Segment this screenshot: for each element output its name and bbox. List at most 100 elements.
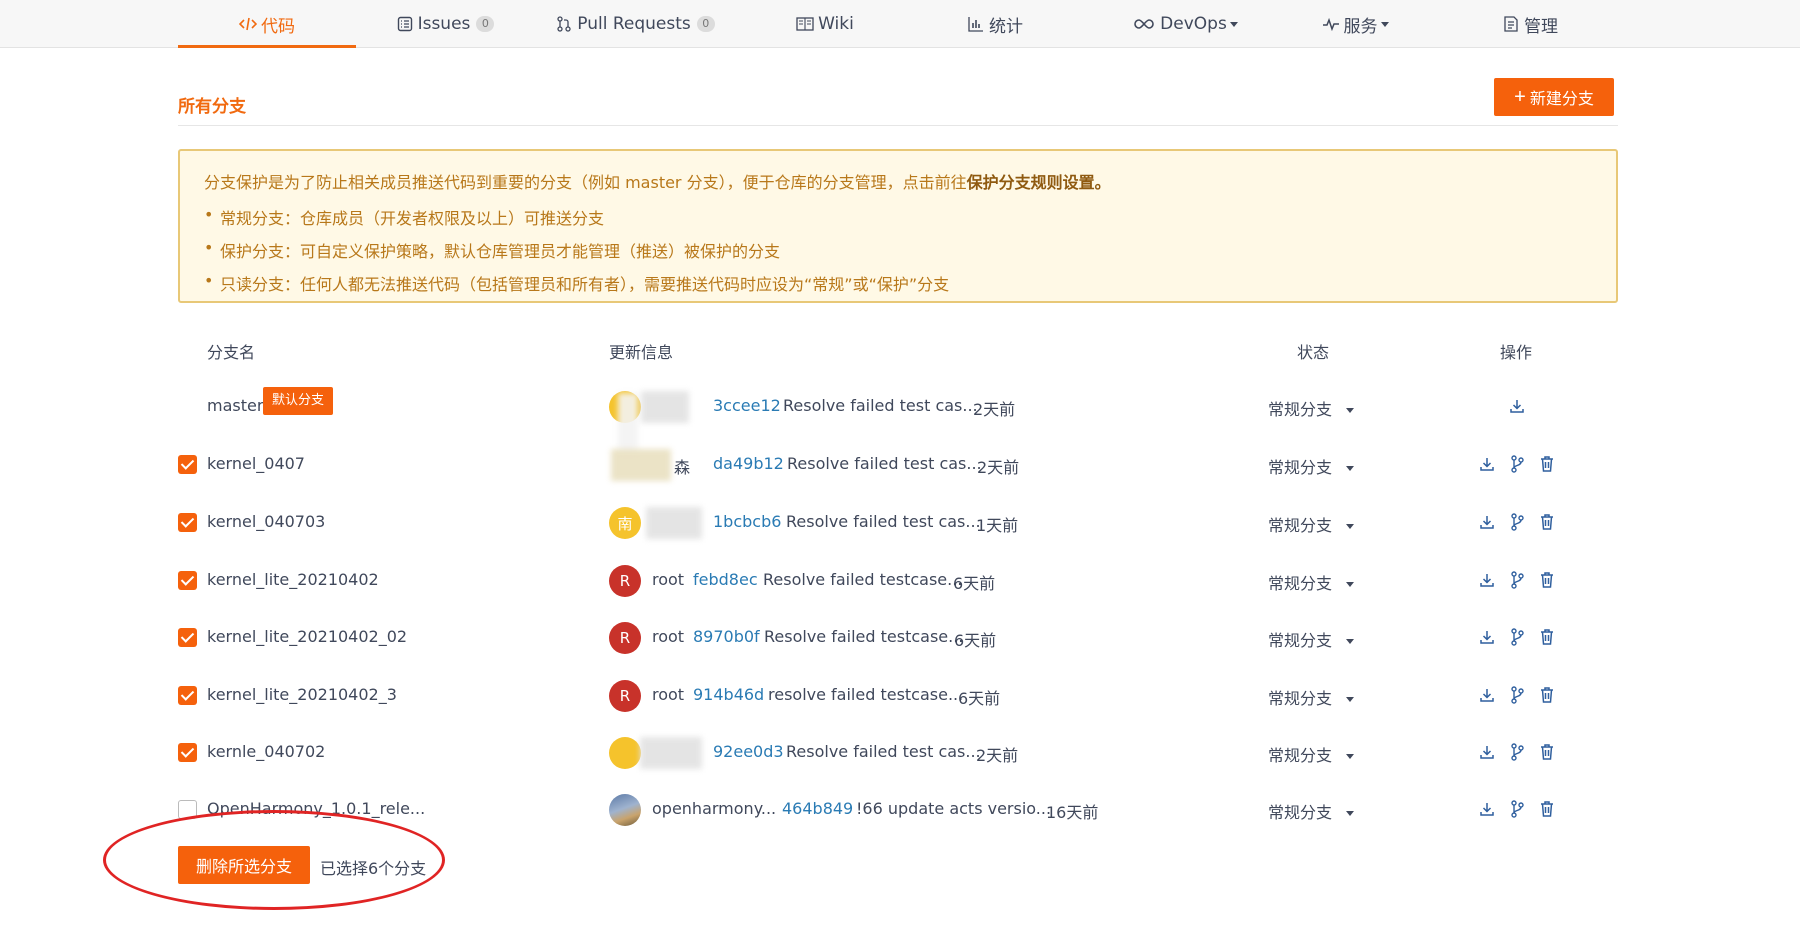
tab-statistics[interactable]: 统计 <box>940 0 1050 48</box>
branch-name[interactable]: master <box>207 396 263 415</box>
row-checkbox[interactable] <box>178 743 197 762</box>
branch-icon[interactable] <box>1507 512 1527 532</box>
download-icon[interactable] <box>1477 570 1497 590</box>
branch-name[interactable]: kernel_040703 <box>207 512 325 531</box>
column-header-name: 分支名 <box>207 343 256 362</box>
commit-time: 6天前 <box>958 689 1001 708</box>
bar-chart-icon <box>967 15 985 33</box>
red-annotation-ellipse <box>103 810 445 910</box>
table-row: kernel_lite_20210402_02 R root 8970b0f R… <box>178 614 1618 660</box>
trash-icon[interactable] <box>1537 454 1557 474</box>
row-checkbox[interactable] <box>178 628 197 647</box>
trash-icon[interactable] <box>1537 799 1557 819</box>
branch-icon[interactable] <box>1507 454 1527 474</box>
avatar[interactable]: R <box>609 680 641 712</box>
branch-icon[interactable] <box>1507 570 1527 590</box>
branch-icon[interactable] <box>1507 742 1527 762</box>
notice-lead-text: 分支保护是为了防止相关成员推送代码到重要的分支（例如 master 分支），便于… <box>204 173 967 192</box>
avatar[interactable]: 南 <box>609 507 641 539</box>
commit-sha-link[interactable]: 1bcbcb6 <box>713 512 781 531</box>
branch-status-dropdown[interactable]: 常规分支 <box>1268 512 1355 536</box>
commit-author[interactable]: 森 <box>674 454 690 478</box>
tab-pull-requests-label: Pull Requests <box>577 14 691 34</box>
tab-pull-requests[interactable]: Pull Requests 0 <box>545 0 725 48</box>
tab-issues-label: Issues <box>417 14 471 34</box>
commit-message[interactable]: Resolve failed test cas... <box>787 454 982 473</box>
download-icon[interactable] <box>1507 396 1527 416</box>
avatar[interactable]: R <box>609 622 641 654</box>
branch-status-label: 常规分支 <box>1268 746 1333 765</box>
trash-icon[interactable] <box>1537 742 1557 762</box>
branch-name[interactable]: kernel_lite_20210402_3 <box>207 685 397 704</box>
chevron-down-icon <box>1346 639 1355 644</box>
commit-sha-link[interactable]: 92ee0d3 <box>713 742 784 761</box>
branch-status-label: 常规分支 <box>1268 803 1333 822</box>
branch-name[interactable]: kernel_lite_20210402 <box>207 570 379 589</box>
download-icon[interactable] <box>1477 512 1497 532</box>
protection-rules-link[interactable]: 保护分支规则设置。 <box>967 173 1111 192</box>
commit-message[interactable]: Resolve failed test cas... <box>786 512 981 531</box>
commit-sha-link[interactable]: da49b12 <box>713 454 784 473</box>
commit-message[interactable]: Resolve failed test cas... <box>783 396 978 415</box>
branch-icon[interactable] <box>1507 627 1527 647</box>
branch-status-label: 常规分支 <box>1268 689 1333 708</box>
branch-status-label: 常规分支 <box>1268 574 1333 593</box>
commit-message[interactable]: resolve failed testcase... <box>768 685 963 704</box>
tab-code[interactable]: 代码 <box>178 0 356 48</box>
branch-status-dropdown[interactable]: 常规分支 <box>1268 396 1355 420</box>
commit-author[interactable]: openharmony... <box>652 799 776 818</box>
commit-author[interactable]: root <box>652 570 684 589</box>
row-checkbox[interactable] <box>178 571 197 590</box>
branch-status-dropdown[interactable]: 常规分支 <box>1268 627 1355 651</box>
commit-time: 6天前 <box>954 631 997 650</box>
commit-message[interactable]: Resolve failed testcase... <box>764 627 963 646</box>
tab-devops[interactable]: DevOps <box>1110 0 1260 48</box>
avatar[interactable] <box>609 794 641 826</box>
row-checkbox[interactable] <box>178 513 197 532</box>
commit-author[interactable]: root <box>652 685 684 704</box>
branch-name[interactable]: kernel_0407 <box>207 454 305 473</box>
download-icon[interactable] <box>1477 454 1497 474</box>
commit-message[interactable]: !66 update acts versio... <box>856 799 1051 818</box>
commit-message[interactable]: Resolve failed test cas... <box>786 742 981 761</box>
download-icon[interactable] <box>1477 627 1497 647</box>
commit-message[interactable]: Resolve failed testcase... <box>763 570 962 589</box>
trash-icon[interactable] <box>1537 570 1557 590</box>
tab-manage-label: 管理 <box>1524 16 1558 37</box>
avatar[interactable]: R <box>609 565 641 597</box>
trash-icon[interactable] <box>1537 627 1557 647</box>
branch-status-dropdown[interactable]: 常规分支 <box>1268 685 1355 709</box>
branch-status-dropdown[interactable]: 常规分支 <box>1268 799 1355 823</box>
commit-sha-link[interactable]: febd8ec <box>693 570 758 589</box>
branch-name[interactable]: kernel_lite_20210402_02 <box>207 627 407 646</box>
table-row: kernle_040702 92ee0d3 Resolve failed tes… <box>178 729 1618 775</box>
branch-icon[interactable] <box>1507 685 1527 705</box>
infinity-icon <box>1132 15 1156 33</box>
tab-manage[interactable]: 管理 <box>1475 0 1585 48</box>
avatar[interactable] <box>609 737 641 769</box>
branch-name[interactable]: kernle_040702 <box>207 742 325 761</box>
branch-status-dropdown[interactable]: 常规分支 <box>1268 742 1355 766</box>
tab-issues[interactable]: Issues 0 <box>380 0 510 48</box>
tab-services[interactable]: 服务 <box>1300 0 1410 48</box>
download-icon[interactable] <box>1477 742 1497 762</box>
chevron-down-icon <box>1346 697 1355 702</box>
tab-code-label: 代码 <box>261 16 295 37</box>
download-icon[interactable] <box>1477 685 1497 705</box>
row-checkbox[interactable] <box>178 686 197 705</box>
commit-author[interactable]: root <box>652 627 684 646</box>
commit-sha-link[interactable]: 8970b0f <box>693 627 760 646</box>
trash-icon[interactable] <box>1537 512 1557 532</box>
new-branch-button[interactable]: + 新建分支 <box>1494 78 1614 116</box>
branch-icon[interactable] <box>1507 799 1527 819</box>
branch-status-dropdown[interactable]: 常规分支 <box>1268 570 1355 594</box>
commit-sha-link[interactable]: 914b46d <box>693 685 764 704</box>
download-icon[interactable] <box>1477 799 1497 819</box>
tab-wiki[interactable]: Wiki <box>770 0 880 48</box>
trash-icon[interactable] <box>1537 685 1557 705</box>
commit-sha-link[interactable]: 3ccee12 <box>713 396 781 415</box>
commit-sha-link[interactable]: 464b849 <box>782 799 853 818</box>
row-checkbox[interactable] <box>178 455 197 474</box>
branch-status-dropdown[interactable]: 常规分支 <box>1268 454 1355 478</box>
column-header-actions: 操作 <box>1500 343 1533 362</box>
